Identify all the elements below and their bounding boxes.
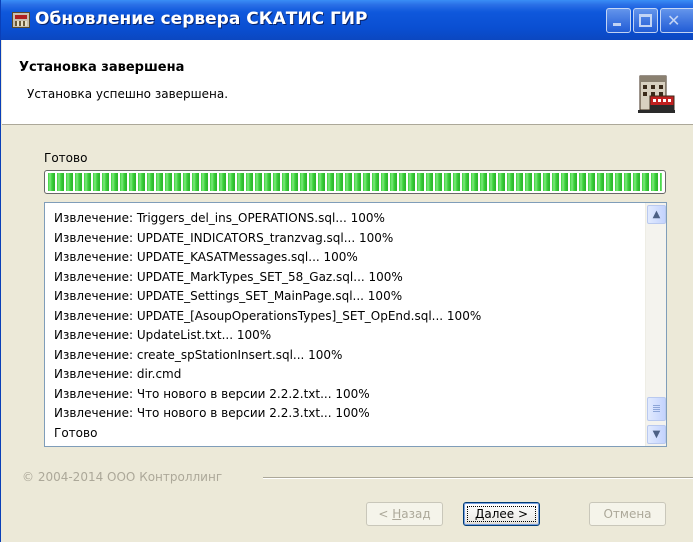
back-button[interactable]: < Назад	[366, 502, 443, 526]
log-line: Извлечение: UpdateList.txt... 100%	[54, 328, 272, 342]
log-line: Извлечение: UPDATE_KASATMessages.sql... …	[54, 250, 358, 264]
progress-fill	[48, 173, 662, 191]
server-building-icon	[638, 75, 675, 113]
scroll-down-button[interactable]: ▼	[647, 425, 666, 444]
focus-ring	[467, 506, 536, 522]
minimize-button[interactable]	[606, 8, 631, 33]
log-scrollbar[interactable]: ▲ ▼	[645, 203, 666, 446]
close-button[interactable]: ✕	[660, 8, 693, 33]
minimize-icon	[613, 23, 621, 26]
installer-app-icon	[12, 12, 30, 28]
log-line: Извлечение: dir.cmd	[54, 367, 182, 381]
log-line: Извлечение: create_spStationInsert.sql..…	[54, 347, 343, 362]
copyright-text: © 2004-2014 ООО Контроллинг	[22, 470, 223, 484]
arrow-down-icon: ▼	[652, 429, 661, 440]
back-button-label: азад	[401, 507, 431, 521]
installer-window: Обновление сервера СКАТИС ГИР ✕ Установк…	[0, 0, 693, 542]
page-subtitle: Установка успешно завершена.	[27, 87, 229, 101]
maximize-icon	[639, 14, 652, 27]
scroll-up-button[interactable]: ▲	[647, 205, 666, 224]
close-icon: ✕	[667, 11, 681, 30]
log-line: Готово	[54, 425, 98, 440]
log-line: Извлечение: UPDATE_[AsoupOperationsTypes…	[54, 308, 482, 323]
back-button-prefix: <	[378, 507, 393, 521]
scroll-thumb[interactable]	[647, 397, 666, 421]
arrow-up-icon: ▲	[652, 209, 661, 220]
log-line: Извлечение: Что нового в версии 2.2.3.tx…	[54, 406, 370, 420]
title-bar[interactable]: Обновление сервера СКАТИС ГИР ✕	[1, 0, 693, 40]
footer-divider	[263, 477, 693, 479]
next-button[interactable]: Далее >	[463, 502, 540, 526]
install-log[interactable]: Извлечение: Triggers_del_ins_OPERATIONS.…	[44, 202, 667, 447]
progress-bar	[44, 170, 666, 194]
log-line: Извлечение: Что нового в версии 2.2.2.tx…	[54, 386, 370, 401]
log-line: Извлечение: UPDATE_Settings_SET_MainPage…	[54, 289, 403, 303]
log-lines: Извлечение: Triggers_del_ins_OPERATIONS.…	[54, 209, 640, 443]
log-line: Извлечение: UPDATE_INDICATORS_tranzvag.s…	[54, 230, 394, 245]
window-title: Обновление сервера СКАТИС ГИР	[35, 9, 368, 29]
status-label: Готово	[44, 151, 88, 165]
back-button-accel: Н	[392, 507, 402, 521]
cancel-button[interactable]: Отмена	[589, 502, 666, 526]
log-line: Извлечение: Triggers_del_ins_OPERATIONS.…	[54, 211, 385, 225]
log-line: Извлечение: UPDATE_MarkTypes_SET_58_Gaz.…	[54, 269, 403, 284]
page-title: Установка завершена	[19, 60, 185, 75]
header-panel: Установка завершена Установка успешно за…	[2, 40, 693, 125]
maximize-button[interactable]	[633, 8, 658, 33]
